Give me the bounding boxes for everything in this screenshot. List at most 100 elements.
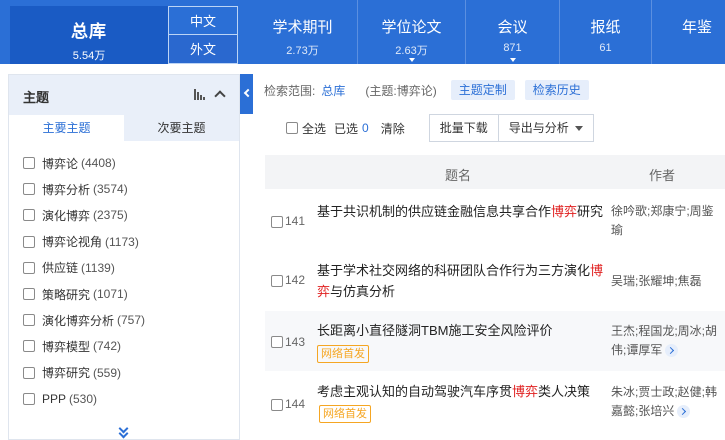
chevron-up-icon[interactable] bbox=[214, 90, 226, 102]
tab-count: 2.73万 bbox=[286, 45, 319, 57]
facet-count: (4408) bbox=[81, 156, 116, 171]
database-nav-bar: 总库 5.54万 中文 外文 学术期刊 2.73万 学位论文 2.63万 会议 … bbox=[0, 0, 725, 64]
more-authors-icon[interactable] bbox=[665, 344, 679, 358]
lang-chinese-button[interactable]: 中文 bbox=[168, 6, 238, 35]
chevron-down-icon bbox=[408, 58, 415, 62]
database-tabs: 学术期刊 2.73万 学位论文 2.63万 会议 871 报纸 61 年鉴 bbox=[248, 0, 725, 64]
title-text: 与仿真分析 bbox=[330, 284, 396, 299]
chevron-down-icon bbox=[509, 58, 516, 62]
topic-custom-button[interactable]: 主题定制 bbox=[450, 80, 515, 100]
row-checkbox[interactable] bbox=[271, 275, 283, 287]
tab-label: 年鉴 bbox=[682, 19, 713, 36]
tab-dissertations[interactable]: 学位论文 2.63万 bbox=[358, 0, 466, 64]
facet-checkbox[interactable] bbox=[23, 235, 35, 248]
facet-item[interactable]: 演化博弈分析 (757) bbox=[9, 307, 239, 333]
collapse-panel-button[interactable] bbox=[240, 74, 253, 114]
facet-item[interactable]: 博弈论 (4408) bbox=[9, 150, 239, 176]
topic-facet-panel: 主题 主要主题 次要主题 博弈论 (4408) 博弈分析 (3574) 演化博弈 (2… bbox=[8, 74, 240, 440]
result-authors[interactable]: 王杰;程国龙;周冰;胡伟;谭厚军 bbox=[611, 322, 725, 360]
authors-text: 朱冰;贾士政;赵健;韩嘉懿;张培兴 bbox=[611, 385, 718, 418]
result-title-link[interactable]: 基于共识机制的供应链金融信息共享合作博弈研究 bbox=[317, 201, 607, 222]
facet-count: (530) bbox=[69, 391, 98, 406]
facet-list: 博弈论 (4408) 博弈分析 (3574) 演化博弈 (2375) 博弈论视角 (11… bbox=[9, 150, 239, 412]
facet-label: 策略研究 bbox=[42, 287, 91, 302]
table-row: 144 考虑主观认知的自动驾驶汽车序贯博弈类人决策网络首发 朱冰;贾士政;赵健;… bbox=[265, 371, 725, 440]
online-first-badge: 网络首发 bbox=[317, 345, 369, 364]
select-all-checkbox[interactable] bbox=[286, 122, 298, 134]
result-authors[interactable]: 吴瑞;张耀坤;焦磊 bbox=[611, 272, 725, 291]
result-title-link[interactable]: 考虑主观认知的自动驾驶汽车序贯博弈类人决策网络首发 bbox=[317, 381, 607, 423]
tab-count: 5.54万 bbox=[72, 50, 106, 62]
facet-item[interactable]: 博弈模型 (742) bbox=[9, 333, 239, 359]
facet-item[interactable]: 供应链 (1139) bbox=[9, 255, 239, 281]
tab-newspapers[interactable]: 报纸 61 bbox=[560, 0, 652, 64]
title-text: 研究 bbox=[577, 204, 604, 219]
more-authors-icon[interactable] bbox=[677, 405, 691, 419]
facet-item[interactable]: 策略研究 (1071) bbox=[9, 281, 239, 307]
facet-checkbox[interactable] bbox=[23, 366, 35, 379]
column-title[interactable]: 题名 bbox=[445, 165, 471, 184]
row-checkbox[interactable] bbox=[271, 336, 283, 348]
batch-download-button[interactable]: 批量下载 bbox=[428, 114, 499, 142]
facet-count: (1139) bbox=[81, 260, 115, 275]
expand-more-icon[interactable] bbox=[118, 423, 130, 439]
result-toolbar: 全选 已选 0 清除 批量下载 导出与分析 bbox=[266, 111, 725, 145]
facet-count: (1173) bbox=[105, 234, 139, 249]
facet-item[interactable]: 博弈分析 (3574) bbox=[9, 176, 239, 202]
tab-label: 总库 bbox=[71, 22, 107, 41]
search-history-button[interactable]: 检索历史 bbox=[524, 80, 589, 100]
result-title-link[interactable]: 长距离小直径隧洞TBM施工安全风险评价 网络首发 bbox=[317, 320, 607, 364]
result-title-link[interactable]: 基于学术社交网络的科研团队合作行为三方演化博弈与仿真分析 bbox=[317, 260, 607, 302]
facet-checkbox[interactable] bbox=[23, 392, 35, 405]
scope-database-link[interactable]: 总库 bbox=[321, 82, 345, 99]
row-checkbox[interactable] bbox=[271, 216, 283, 228]
facet-label: 演化博弈分析 bbox=[42, 313, 115, 328]
column-author[interactable]: 作者 bbox=[649, 165, 675, 184]
facet-checkbox[interactable] bbox=[23, 314, 35, 327]
facet-count: (2375) bbox=[93, 208, 128, 223]
tab-label: 报纸 bbox=[590, 19, 621, 36]
facet-checkbox[interactable] bbox=[23, 288, 35, 301]
chevron-left-icon bbox=[243, 88, 253, 98]
facet-label: PPP bbox=[42, 391, 67, 406]
select-all-label[interactable]: 全选 bbox=[302, 120, 326, 137]
table-row: 141 基于共识机制的供应链金融信息共享合作博弈研究 徐吟歌;郑康宁;周鉴瑜 bbox=[265, 189, 725, 251]
row-checkbox[interactable] bbox=[271, 399, 283, 411]
facet-item[interactable]: 博弈论视角 (1173) bbox=[9, 229, 239, 255]
facet-checkbox[interactable] bbox=[23, 209, 35, 222]
tab-count: 61 bbox=[599, 42, 612, 54]
facet-label: 博弈论视角 bbox=[42, 235, 103, 250]
tab-label: 学术期刊 bbox=[272, 19, 333, 36]
facet-label: 演化博弈 bbox=[42, 208, 91, 223]
bar-chart-icon[interactable] bbox=[194, 89, 206, 100]
tab-main-database[interactable]: 总库 5.54万 bbox=[10, 6, 168, 64]
lang-foreign-button[interactable]: 外文 bbox=[168, 35, 238, 64]
title-text: 基于共识机制的供应链金融信息共享合作 bbox=[317, 204, 552, 219]
selected-count[interactable]: 0 bbox=[362, 121, 369, 135]
tab-journals[interactable]: 学术期刊 2.73万 bbox=[248, 0, 358, 64]
facet-checkbox[interactable] bbox=[23, 340, 35, 353]
clear-selection-button[interactable]: 清除 bbox=[381, 120, 405, 137]
result-authors[interactable]: 徐吟歌;郑康宁;周鉴瑜 bbox=[611, 202, 725, 240]
tab-secondary-topic[interactable]: 次要主题 bbox=[124, 115, 239, 141]
tab-conferences[interactable]: 会议 871 bbox=[466, 0, 560, 64]
facet-checkbox[interactable] bbox=[23, 157, 35, 170]
facet-checkbox[interactable] bbox=[23, 261, 35, 274]
tab-yearbooks[interactable]: 年鉴 bbox=[652, 0, 725, 64]
export-analysis-dropdown[interactable]: 导出与分析 bbox=[498, 114, 594, 142]
facet-item[interactable]: 博弈研究 (559) bbox=[9, 360, 239, 386]
facet-item[interactable]: 演化博弈 (2375) bbox=[9, 202, 239, 228]
facet-label: 博弈论 bbox=[42, 156, 79, 171]
search-scope: 检索范围: 总库 (主题:博弈论) 主题定制 检索历史 bbox=[264, 79, 589, 101]
tab-count: 2.63万 bbox=[395, 45, 428, 57]
facet-checkbox[interactable] bbox=[23, 183, 35, 196]
facet-item[interactable]: PPP (530) bbox=[9, 386, 239, 412]
row-number: 141 bbox=[285, 214, 306, 228]
authors-text: 王杰;程国龙;周冰;胡伟;谭厚军 bbox=[611, 324, 718, 357]
row-number: 143 bbox=[285, 335, 306, 349]
facet-title: 主题 bbox=[23, 90, 50, 105]
result-authors[interactable]: 朱冰;贾士政;赵健;韩嘉懿;张培兴 bbox=[611, 383, 725, 421]
tab-primary-topic[interactable]: 主要主题 bbox=[9, 115, 124, 141]
tab-label: 会议 bbox=[497, 19, 528, 36]
title-text: 类人决策 bbox=[538, 384, 591, 399]
